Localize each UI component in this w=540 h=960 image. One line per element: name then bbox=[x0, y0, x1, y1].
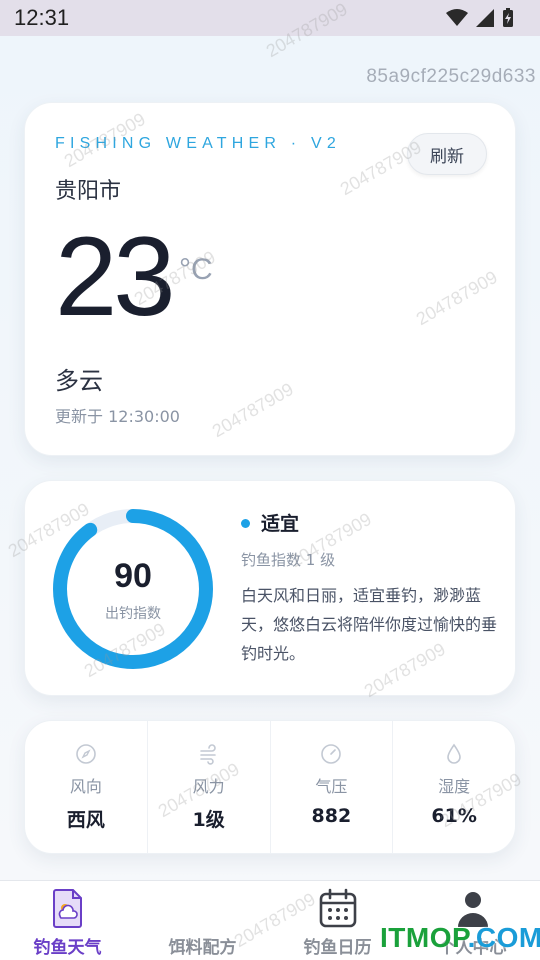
itmop-logo-suffix: .COM bbox=[467, 922, 540, 953]
app-brand: FISHING WEATHER · V2 bbox=[55, 135, 341, 152]
stat-label: 风向 bbox=[69, 777, 102, 796]
level-description: 白天风和日丽，适宜垂钓，渺渺蓝天，悠悠白云将陪伴你度过愉快的垂钓时光。 bbox=[241, 586, 498, 663]
wifi-icon bbox=[446, 9, 468, 26]
weather-stats-card: 风向 西风 风力 1级 气压 882 湿度 61% bbox=[24, 720, 516, 854]
status-time: 12:31 bbox=[14, 5, 70, 30]
weather-doc-icon bbox=[52, 889, 82, 928]
stat-value: 1级 bbox=[192, 809, 225, 831]
stat-wind-force: 风力 1级 bbox=[148, 721, 271, 853]
signal-icon bbox=[476, 9, 494, 27]
itmop-logo-main: ITMOP bbox=[380, 922, 468, 953]
stat-value: 西风 bbox=[66, 809, 105, 831]
temperature-value: 23 bbox=[55, 214, 176, 339]
tab-fishing-weather[interactable]: 钓鱼天气 bbox=[0, 881, 135, 960]
stat-label: 湿度 bbox=[438, 777, 471, 796]
itmop-logo: ITMOP.COM bbox=[380, 922, 540, 954]
stat-pressure: 气压 882 bbox=[271, 721, 394, 853]
city-name: 贵阳市 bbox=[55, 179, 122, 204]
stat-humidity: 湿度 61% bbox=[393, 721, 515, 853]
level-title: 适宜 bbox=[261, 513, 300, 535]
stat-value: 61% bbox=[431, 805, 477, 827]
tab-bait-recipe[interactable]: 饵料配方 bbox=[135, 881, 270, 960]
tab-label: 饵料配方 bbox=[168, 938, 237, 958]
gauge-icon bbox=[321, 744, 342, 764]
status-icons bbox=[446, 8, 514, 28]
weather-condition: 多云 bbox=[55, 367, 103, 395]
device-hash-label: 85a9cf225c29d633 bbox=[366, 66, 536, 87]
stat-label: 风力 bbox=[192, 777, 225, 796]
weather-card: FISHING WEATHER · V2 刷新 贵阳市 23 °C 多云 更新于… bbox=[24, 102, 516, 456]
stat-value: 882 bbox=[311, 805, 352, 827]
status-bar: 12:31 bbox=[0, 0, 540, 36]
stat-wind-direction: 风向 西风 bbox=[25, 721, 148, 853]
updated-time: 更新于 12:30:00 bbox=[55, 407, 180, 426]
refresh-button[interactable]: 刷新 bbox=[407, 133, 487, 175]
tab-label: 钓鱼天气 bbox=[33, 938, 102, 958]
stat-label: 气压 bbox=[315, 777, 348, 796]
wind-icon bbox=[199, 744, 216, 765]
battery-icon bbox=[503, 8, 513, 27]
droplet-icon bbox=[447, 743, 461, 764]
fishing-index-label: 出钓指数 bbox=[105, 606, 161, 622]
fishing-index-card: 90 出钓指数 适宜 钓鱼指数 1 级 白天风和日丽，适宜垂钓，渺渺蓝天，悠悠白… bbox=[24, 480, 516, 696]
level-dot-icon bbox=[241, 519, 250, 528]
calendar-icon bbox=[319, 888, 356, 928]
fishing-index-value: 90 bbox=[114, 557, 152, 595]
level-subtitle: 钓鱼指数 1 级 bbox=[241, 551, 336, 569]
temperature-unit: °C bbox=[179, 253, 213, 286]
compass-icon bbox=[76, 744, 96, 764]
